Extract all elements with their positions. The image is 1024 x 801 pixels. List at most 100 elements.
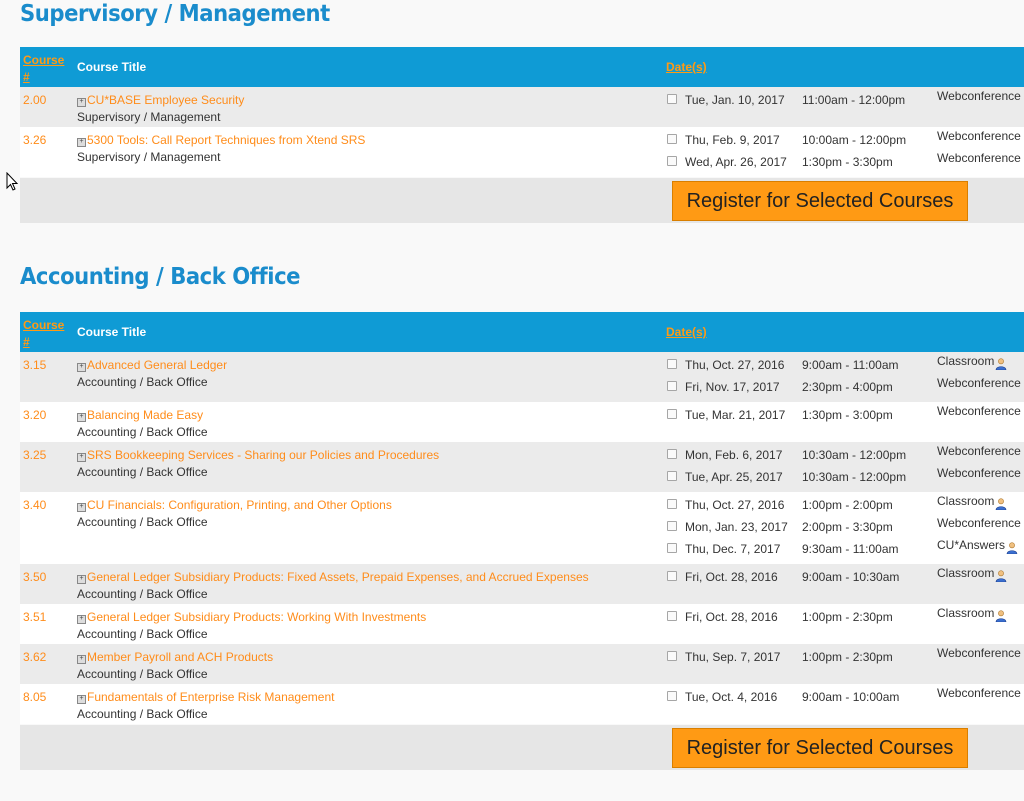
course-number-sort-link[interactable]: Course # (23, 52, 67, 86)
session-checkbox[interactable] (667, 409, 677, 419)
course-title-link[interactable]: General Ledger Subsidiary Products: Fixe… (87, 570, 589, 584)
dates-sort-link[interactable]: Date(s) (666, 60, 707, 74)
expand-icon[interactable]: + (77, 615, 86, 624)
session-date: Fri, Oct. 28, 2016 (685, 610, 778, 624)
course-title-link[interactable]: Balancing Made Easy (87, 408, 203, 422)
session-date: Thu, Sep. 7, 2017 (685, 650, 781, 664)
session-checkbox[interactable] (667, 543, 677, 553)
session-type-label: Webconference (937, 466, 1021, 480)
register-button[interactable]: Register for Selected Courses (672, 728, 968, 768)
course-category: Accounting / Back Office (77, 707, 208, 721)
course-number: 8.05 (23, 690, 47, 704)
course-category: Accounting / Back Office (77, 515, 208, 529)
session-checkbox[interactable] (667, 499, 677, 509)
course-number: 3.26 (23, 133, 47, 147)
session-date: Tue, Oct. 4, 2016 (685, 690, 778, 704)
session-time: 10:30am - 12:00pm (802, 470, 907, 484)
course-title-link[interactable]: CU Financials: Configuration, Printing, … (87, 498, 392, 512)
session-checkbox[interactable] (667, 134, 677, 144)
expand-icon[interactable]: + (77, 413, 86, 422)
session-time: 2:00pm - 3:30pm (802, 520, 893, 534)
session-time: 1:00pm - 2:30pm (802, 610, 893, 624)
session-checkbox[interactable] (667, 691, 677, 701)
session-checkbox[interactable] (667, 471, 677, 481)
session-type-label: Webconference (937, 376, 1021, 390)
session-checkbox[interactable] (667, 449, 677, 459)
course-title-link[interactable]: 5300 Tools: Call Report Techniques from … (87, 133, 365, 147)
session-date: Thu, Oct. 27, 2016 (685, 498, 785, 512)
expand-icon[interactable]: + (77, 655, 86, 664)
expand-icon[interactable]: + (77, 453, 86, 462)
session-type: Webconference (937, 646, 1021, 660)
register-button[interactable]: Register for Selected Courses (672, 181, 968, 221)
person-icon (995, 358, 1007, 371)
course-number-sort-link[interactable]: Course # (23, 317, 67, 351)
course-title-line: +5300 Tools: Call Report Techniques from… (77, 133, 365, 147)
session-checkbox[interactable] (667, 571, 677, 581)
session-time: 1:30pm - 3:00pm (802, 408, 893, 422)
session-time: 9:00am - 11:00am (802, 358, 899, 372)
course-title-line: + CU Financials: Configuration, Printing,… (77, 498, 392, 512)
course-title-line: + CU*BASE Employee Security (77, 93, 244, 107)
course-number: 3.51 (23, 610, 47, 624)
course-title-link[interactable]: General Ledger Subsidiary Products: Work… (87, 610, 426, 624)
session-type-label: Webconference (937, 129, 1021, 143)
session-checkbox[interactable] (667, 156, 677, 166)
expand-icon[interactable]: + (77, 363, 86, 372)
session-type: Webconference (937, 686, 1021, 700)
expand-icon[interactable]: + (77, 138, 86, 147)
course-row: 3.62 + Member Payroll and ACH Products Acco… (20, 644, 1024, 684)
session-type: Classroom (937, 354, 1007, 371)
course-row: 3.50 + General Ledger Subsidiary Products:… (20, 564, 1024, 604)
course-title-link[interactable]: Fundamentals of Enterprise Risk Manageme… (87, 690, 334, 704)
course-title-link[interactable]: SRS Bookkeeping Services - Sharing our P… (87, 448, 439, 462)
dates-sort-link[interactable]: Date(s) (666, 325, 707, 339)
course-title-line: + Member Payroll and ACH Products (77, 650, 273, 664)
session-checkbox[interactable] (667, 359, 677, 369)
session-time: 10:30am - 12:00pm (802, 448, 907, 462)
session-checkbox[interactable] (667, 611, 677, 621)
session-time: 1:00pm - 2:00pm (802, 498, 893, 512)
course-title-line: + SRS Bookkeeping Services - Sharing our … (77, 448, 439, 462)
course-number: 3.15 (23, 358, 47, 372)
session-type-label: Classroom (937, 566, 995, 580)
session-type-label: Webconference (937, 646, 1021, 660)
session-checkbox[interactable] (667, 521, 677, 531)
session-checkbox[interactable] (667, 651, 677, 661)
mouse-cursor-icon (6, 172, 19, 191)
course-number: 3.40 (23, 498, 47, 512)
expand-icon[interactable]: + (77, 695, 86, 704)
course-number: 2.00 (23, 93, 47, 107)
session-type-label: Webconference (937, 516, 1021, 530)
session-type-label: CU*Answers (937, 538, 1006, 552)
course-title-header: Course Title (77, 325, 147, 339)
session-checkbox[interactable] (667, 94, 677, 104)
session-date: Tue, Apr. 25, 2017 (685, 470, 783, 484)
course-title-header: Course Title (77, 60, 147, 74)
session-time: 1:30pm - 3:30pm (802, 155, 893, 169)
session-type: Webconference (937, 516, 1021, 530)
course-title-link[interactable]: Advanced General Ledger (87, 358, 227, 372)
session-type-label: Webconference (937, 404, 1021, 418)
session-type: Classroom (937, 566, 1007, 583)
course-row: 3.15 + Advanced General Ledger Accounting /… (20, 352, 1024, 402)
session-type: Webconference (937, 404, 1021, 418)
session-date: Tue, Jan. 10, 2017 (685, 93, 785, 107)
expand-icon[interactable]: + (77, 575, 86, 584)
session-time: 10:00am - 12:00pm (802, 133, 907, 147)
course-number: 3.20 (23, 408, 47, 422)
session-type-label: Classroom (937, 354, 995, 368)
register-bar: Register for Selected Courses (20, 725, 1024, 770)
expand-icon[interactable]: + (77, 98, 86, 107)
course-row: 2.00 + CU*BASE Employee Security Supervisor… (20, 87, 1024, 127)
course-category: Supervisory / Management (77, 110, 221, 124)
session-checkbox[interactable] (667, 381, 677, 391)
session-date: Tue, Mar. 21, 2017 (685, 408, 786, 422)
expand-icon[interactable]: + (77, 503, 86, 512)
course-row: 3.40 + CU Financials: Configuration, Print… (20, 492, 1024, 564)
session-type: Webconference (937, 466, 1021, 480)
course-title-link[interactable]: CU*BASE Employee Security (87, 93, 244, 107)
course-number: 3.62 (23, 650, 47, 664)
course-title-link[interactable]: Member Payroll and ACH Products (87, 650, 273, 664)
session-type: Webconference (937, 129, 1021, 143)
